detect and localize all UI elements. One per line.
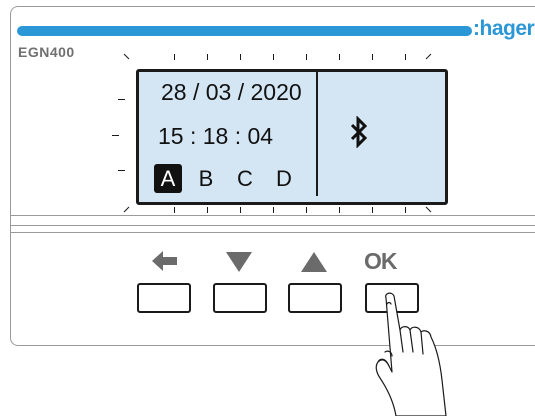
bluetooth-icon xyxy=(350,116,368,148)
brand-logo: :hager xyxy=(473,17,535,40)
channel-a: A xyxy=(154,164,182,193)
channel-c: C xyxy=(237,166,253,191)
brand-bar xyxy=(17,26,472,36)
lcd-divider xyxy=(316,72,318,196)
panel-divider-lower xyxy=(10,232,535,233)
arrow-left-icon xyxy=(152,251,177,271)
model-label: EGN400 xyxy=(18,44,75,60)
triangle-down-icon xyxy=(226,252,252,272)
down-key[interactable] xyxy=(213,283,267,313)
date-readout: 28 / 03 / 2020 xyxy=(161,79,302,105)
up-key[interactable] xyxy=(288,283,342,313)
panel-divider-top xyxy=(10,215,535,216)
time-readout: 15 : 18 : 04 xyxy=(158,123,274,149)
ok-label: OK xyxy=(364,248,397,274)
channel-b: B xyxy=(198,166,214,191)
pressing-hand-icon xyxy=(375,292,447,416)
triangle-up-icon xyxy=(301,252,327,272)
back-key[interactable] xyxy=(137,283,191,313)
channel-d: D xyxy=(276,166,292,191)
panel-divider-bottom xyxy=(10,225,535,226)
